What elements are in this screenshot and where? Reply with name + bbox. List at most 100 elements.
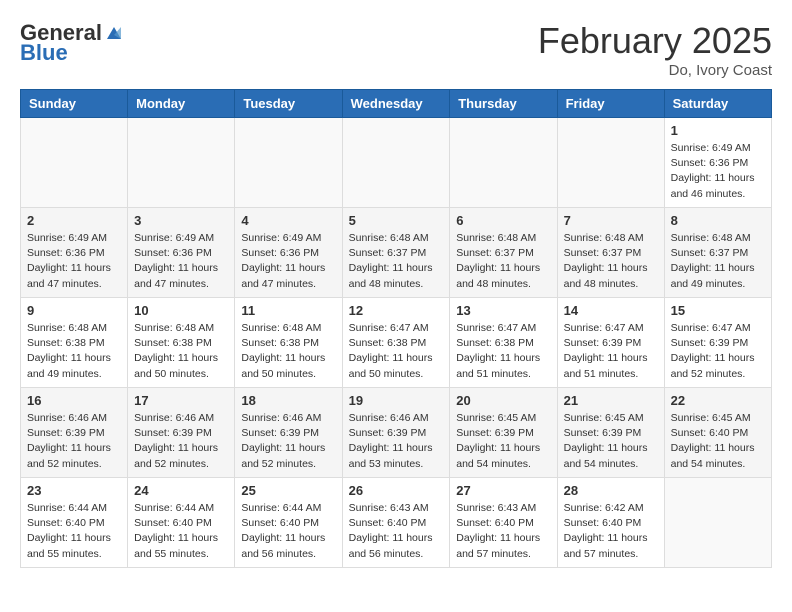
calendar-day-cell: 27 Sunrise: 6:43 AM Sunset: 6:40 PM Dayli… (450, 478, 557, 568)
day-number: 14 (564, 303, 658, 318)
calendar-week-row: 16 Sunrise: 6:46 AM Sunset: 6:39 PM Dayli… (21, 388, 772, 478)
calendar-day-cell: 22 Sunrise: 6:45 AM Sunset: 6:40 PM Dayli… (664, 388, 771, 478)
calendar-day-cell: 3 Sunrise: 6:49 AM Sunset: 6:36 PM Daylig… (128, 208, 235, 298)
day-info: Sunrise: 6:45 AM Sunset: 6:40 PM Dayligh… (671, 411, 765, 472)
day-info: Sunrise: 6:47 AM Sunset: 6:38 PM Dayligh… (456, 321, 550, 382)
day-number: 21 (564, 393, 658, 408)
month-title: February 2025 (538, 20, 772, 62)
calendar-day-cell (21, 118, 128, 208)
day-number: 13 (456, 303, 550, 318)
col-header-saturday: Saturday (664, 90, 771, 118)
day-number: 25 (241, 483, 335, 498)
day-info: Sunrise: 6:48 AM Sunset: 6:37 PM Dayligh… (564, 231, 658, 292)
calendar-day-cell (450, 118, 557, 208)
calendar-week-row: 9 Sunrise: 6:48 AM Sunset: 6:38 PM Daylig… (21, 298, 772, 388)
col-header-friday: Friday (557, 90, 664, 118)
day-number: 12 (349, 303, 444, 318)
day-number: 22 (671, 393, 765, 408)
col-header-monday: Monday (128, 90, 235, 118)
page-header: General Blue February 2025 Do, Ivory Coa… (20, 20, 772, 79)
day-info: Sunrise: 6:46 AM Sunset: 6:39 PM Dayligh… (241, 411, 335, 472)
day-info: Sunrise: 6:45 AM Sunset: 6:39 PM Dayligh… (456, 411, 550, 472)
day-number: 18 (241, 393, 335, 408)
day-info: Sunrise: 6:43 AM Sunset: 6:40 PM Dayligh… (456, 501, 550, 562)
calendar-header-row: SundayMondayTuesdayWednesdayThursdayFrid… (21, 90, 772, 118)
calendar-day-cell: 9 Sunrise: 6:48 AM Sunset: 6:38 PM Daylig… (21, 298, 128, 388)
day-number: 23 (27, 483, 121, 498)
calendar-day-cell: 28 Sunrise: 6:42 AM Sunset: 6:40 PM Dayli… (557, 478, 664, 568)
day-number: 9 (27, 303, 121, 318)
calendar-day-cell: 14 Sunrise: 6:47 AM Sunset: 6:39 PM Dayli… (557, 298, 664, 388)
day-number: 8 (671, 213, 765, 228)
day-number: 24 (134, 483, 228, 498)
day-info: Sunrise: 6:45 AM Sunset: 6:39 PM Dayligh… (564, 411, 658, 472)
day-info: Sunrise: 6:42 AM Sunset: 6:40 PM Dayligh… (564, 501, 658, 562)
calendar-day-cell: 20 Sunrise: 6:45 AM Sunset: 6:39 PM Dayli… (450, 388, 557, 478)
calendar-day-cell: 19 Sunrise: 6:46 AM Sunset: 6:39 PM Dayli… (342, 388, 450, 478)
col-header-sunday: Sunday (21, 90, 128, 118)
day-info: Sunrise: 6:47 AM Sunset: 6:39 PM Dayligh… (671, 321, 765, 382)
calendar-table: SundayMondayTuesdayWednesdayThursdayFrid… (20, 89, 772, 568)
calendar-week-row: 23 Sunrise: 6:44 AM Sunset: 6:40 PM Dayli… (21, 478, 772, 568)
location: Do, Ivory Coast (538, 62, 772, 79)
day-number: 11 (241, 303, 335, 318)
calendar-week-row: 1Sunrise: 6:49 AM Sunset: 6:36 PM Daylig… (21, 118, 772, 208)
calendar-day-cell: 2 Sunrise: 6:49 AM Sunset: 6:36 PM Daylig… (21, 208, 128, 298)
calendar-day-cell: 4 Sunrise: 6:49 AM Sunset: 6:36 PM Daylig… (235, 208, 342, 298)
day-info: Sunrise: 6:46 AM Sunset: 6:39 PM Dayligh… (27, 411, 121, 472)
day-number: 3 (134, 213, 228, 228)
col-header-thursday: Thursday (450, 90, 557, 118)
calendar-day-cell: 5Sunrise: 6:48 AM Sunset: 6:37 PM Daylig… (342, 208, 450, 298)
logo-icon (103, 25, 125, 41)
calendar-day-cell: 25 Sunrise: 6:44 AM Sunset: 6:40 PM Dayli… (235, 478, 342, 568)
day-number: 2 (27, 213, 121, 228)
day-info: Sunrise: 6:48 AM Sunset: 6:38 PM Dayligh… (27, 321, 121, 382)
calendar-day-cell: 8 Sunrise: 6:48 AM Sunset: 6:37 PM Daylig… (664, 208, 771, 298)
day-number: 7 (564, 213, 658, 228)
day-info: Sunrise: 6:48 AM Sunset: 6:37 PM Dayligh… (671, 231, 765, 292)
day-number: 15 (671, 303, 765, 318)
day-number: 19 (349, 393, 444, 408)
calendar-day-cell (235, 118, 342, 208)
day-info: Sunrise: 6:47 AM Sunset: 6:38 PM Dayligh… (349, 321, 444, 382)
calendar-day-cell: 16 Sunrise: 6:46 AM Sunset: 6:39 PM Dayli… (21, 388, 128, 478)
day-info: Sunrise: 6:44 AM Sunset: 6:40 PM Dayligh… (241, 501, 335, 562)
calendar-day-cell: 17 Sunrise: 6:46 AM Sunset: 6:39 PM Dayli… (128, 388, 235, 478)
day-info: Sunrise: 6:49 AM Sunset: 6:36 PM Dayligh… (27, 231, 121, 292)
day-info: Sunrise: 6:47 AM Sunset: 6:39 PM Dayligh… (564, 321, 658, 382)
calendar-day-cell: 12 Sunrise: 6:47 AM Sunset: 6:38 PM Dayli… (342, 298, 450, 388)
calendar-day-cell: 26 Sunrise: 6:43 AM Sunset: 6:40 PM Dayli… (342, 478, 450, 568)
day-number: 10 (134, 303, 228, 318)
calendar-week-row: 2 Sunrise: 6:49 AM Sunset: 6:36 PM Daylig… (21, 208, 772, 298)
calendar-day-cell: 24 Sunrise: 6:44 AM Sunset: 6:40 PM Dayli… (128, 478, 235, 568)
day-info: Sunrise: 6:49 AM Sunset: 6:36 PM Dayligh… (241, 231, 335, 292)
day-number: 1 (671, 123, 765, 138)
day-number: 27 (456, 483, 550, 498)
calendar-day-cell: 10Sunrise: 6:48 AM Sunset: 6:38 PM Dayli… (128, 298, 235, 388)
day-info: Sunrise: 6:43 AM Sunset: 6:40 PM Dayligh… (349, 501, 444, 562)
calendar-day-cell: 23Sunrise: 6:44 AM Sunset: 6:40 PM Dayli… (21, 478, 128, 568)
day-number: 28 (564, 483, 658, 498)
day-info: Sunrise: 6:48 AM Sunset: 6:37 PM Dayligh… (456, 231, 550, 292)
day-info: Sunrise: 6:46 AM Sunset: 6:39 PM Dayligh… (349, 411, 444, 472)
title-area: February 2025 Do, Ivory Coast (538, 20, 772, 79)
day-info: Sunrise: 6:44 AM Sunset: 6:40 PM Dayligh… (134, 501, 228, 562)
day-number: 17 (134, 393, 228, 408)
calendar-day-cell: 21 Sunrise: 6:45 AM Sunset: 6:39 PM Dayli… (557, 388, 664, 478)
day-number: 4 (241, 213, 335, 228)
day-info: Sunrise: 6:49 AM Sunset: 6:36 PM Dayligh… (134, 231, 228, 292)
day-number: 20 (456, 393, 550, 408)
calendar-day-cell: 7 Sunrise: 6:48 AM Sunset: 6:37 PM Daylig… (557, 208, 664, 298)
calendar-day-cell: 6 Sunrise: 6:48 AM Sunset: 6:37 PM Daylig… (450, 208, 557, 298)
calendar-day-cell: 18 Sunrise: 6:46 AM Sunset: 6:39 PM Dayli… (235, 388, 342, 478)
calendar-day-cell: 15 Sunrise: 6:47 AM Sunset: 6:39 PM Dayli… (664, 298, 771, 388)
calendar-day-cell: 13 Sunrise: 6:47 AM Sunset: 6:38 PM Dayli… (450, 298, 557, 388)
calendar-day-cell: 1Sunrise: 6:49 AM Sunset: 6:36 PM Daylig… (664, 118, 771, 208)
calendar-day-cell (128, 118, 235, 208)
day-number: 16 (27, 393, 121, 408)
day-number: 26 (349, 483, 444, 498)
day-number: 6 (456, 213, 550, 228)
day-info: Sunrise: 6:46 AM Sunset: 6:39 PM Dayligh… (134, 411, 228, 472)
logo: General Blue (20, 20, 126, 66)
day-number: 5 (349, 213, 444, 228)
